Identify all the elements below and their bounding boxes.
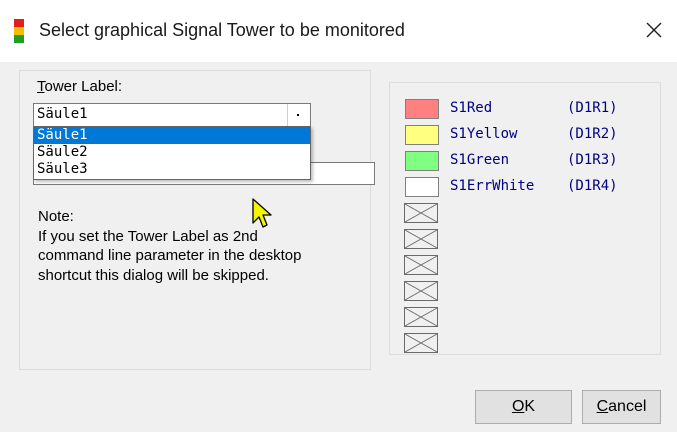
combo-value: Säule1 xyxy=(37,106,88,122)
note-title: Note: xyxy=(38,208,74,225)
mouse-pointer-icon xyxy=(250,197,276,231)
dropdown-arrow-icon[interactable] xyxy=(287,104,310,126)
empty-signal-slot-icon xyxy=(404,229,438,249)
dropdown-option[interactable]: Säule2 xyxy=(34,144,310,161)
title-bar: Select graphical Signal Tower to be moni… xyxy=(0,0,677,62)
window-title: Select graphical Signal Tower to be moni… xyxy=(39,20,405,40)
note-text: Note: If you set the Tower Label as 2nd … xyxy=(38,207,368,285)
empty-signal-slot-icon xyxy=(404,203,438,223)
dialog-body: Tower Label: Säule1 Säule1 Säule2 Säule3… xyxy=(0,62,677,432)
signal-color-swatch xyxy=(405,125,439,145)
note-line: If you set the Tower Label as 2nd xyxy=(38,227,258,245)
ok-button[interactable]: OK xyxy=(475,390,572,424)
empty-signal-slot-icon xyxy=(404,333,438,353)
signal-color-swatch xyxy=(405,177,439,197)
signal-code: (D1R3) xyxy=(567,152,618,168)
dropdown-option[interactable]: Säule3 xyxy=(34,161,310,178)
note-line: command line parameter in the desktop xyxy=(38,247,302,264)
dropdown-option[interactable]: Säule1 xyxy=(34,127,310,144)
signal-color-swatch xyxy=(405,151,439,171)
tower-label-combobox[interactable]: Säule1 xyxy=(33,103,311,127)
signal-name: S1ErrWhite xyxy=(450,178,535,194)
tower-label-dropdown-list[interactable]: Säule1 Säule2 Säule3 xyxy=(33,126,311,180)
signal-name: S1Yellow xyxy=(450,126,518,142)
signal-color-swatch xyxy=(405,99,439,119)
empty-signal-slot-icon xyxy=(404,281,438,301)
close-icon xyxy=(646,22,662,38)
signal-code: (D1R2) xyxy=(567,126,618,142)
empty-signal-slot-icon xyxy=(404,307,438,327)
signal-code: (D1R4) xyxy=(567,178,618,194)
cancel-button[interactable]: Cancel xyxy=(582,390,661,424)
empty-signal-slot-icon xyxy=(404,255,438,275)
tower-label-caption: Tower Label: xyxy=(37,78,123,95)
note-line: shortcut this dialog will be skipped. xyxy=(38,266,269,284)
signal-name: S1Red xyxy=(450,100,493,116)
signal-tower-icon xyxy=(14,19,24,45)
signal-name: S1Green xyxy=(450,152,510,168)
close-button[interactable] xyxy=(636,12,672,48)
signal-code: (D1R1) xyxy=(567,100,618,116)
